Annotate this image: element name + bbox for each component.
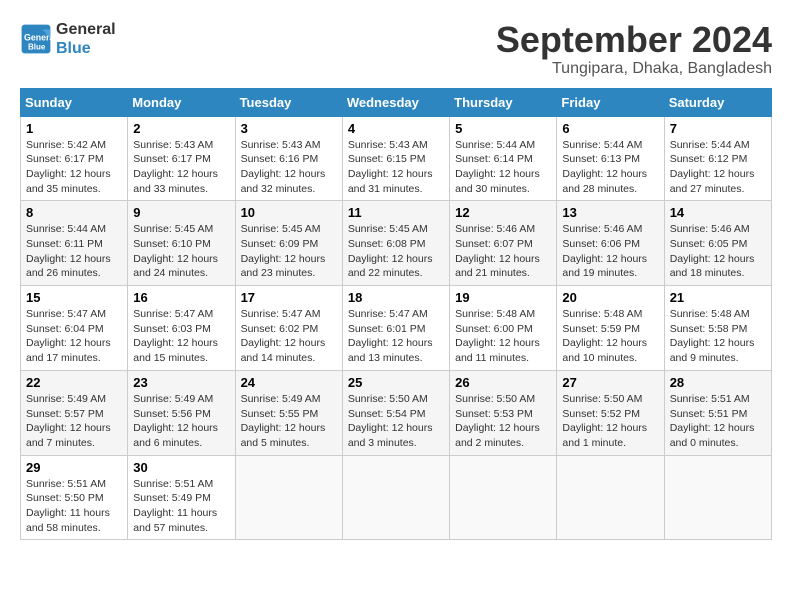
calendar-cell: 22Sunrise: 5:49 AM Sunset: 5:57 PM Dayli… [21, 370, 128, 455]
calendar-cell: 30Sunrise: 5:51 AM Sunset: 5:49 PM Dayli… [128, 455, 235, 540]
calendar-cell: 11Sunrise: 5:45 AM Sunset: 6:08 PM Dayli… [342, 201, 449, 286]
col-header-thursday: Thursday [450, 88, 557, 116]
calendar-cell [342, 455, 449, 540]
calendar-cell: 23Sunrise: 5:49 AM Sunset: 5:56 PM Dayli… [128, 370, 235, 455]
calendar-cell: 17Sunrise: 5:47 AM Sunset: 6:02 PM Dayli… [235, 286, 342, 371]
calendar-cell: 16Sunrise: 5:47 AM Sunset: 6:03 PM Dayli… [128, 286, 235, 371]
calendar-cell: 24Sunrise: 5:49 AM Sunset: 5:55 PM Dayli… [235, 370, 342, 455]
logo: General Blue General Blue [20, 20, 116, 58]
calendar-cell: 6Sunrise: 5:44 AM Sunset: 6:13 PM Daylig… [557, 116, 664, 201]
col-header-friday: Friday [557, 88, 664, 116]
calendar-cell: 13Sunrise: 5:46 AM Sunset: 6:06 PM Dayli… [557, 201, 664, 286]
calendar-cell: 15Sunrise: 5:47 AM Sunset: 6:04 PM Dayli… [21, 286, 128, 371]
calendar-cell: 25Sunrise: 5:50 AM Sunset: 5:54 PM Dayli… [342, 370, 449, 455]
calendar-cell [557, 455, 664, 540]
logo-text-line1: General [56, 20, 116, 39]
calendar-cell: 4Sunrise: 5:43 AM Sunset: 6:15 PM Daylig… [342, 116, 449, 201]
calendar-cell: 19Sunrise: 5:48 AM Sunset: 6:00 PM Dayli… [450, 286, 557, 371]
calendar-cell: 20Sunrise: 5:48 AM Sunset: 5:59 PM Dayli… [557, 286, 664, 371]
calendar-cell: 5Sunrise: 5:44 AM Sunset: 6:14 PM Daylig… [450, 116, 557, 201]
calendar-cell: 21Sunrise: 5:48 AM Sunset: 5:58 PM Dayli… [664, 286, 771, 371]
calendar-cell: 27Sunrise: 5:50 AM Sunset: 5:52 PM Dayli… [557, 370, 664, 455]
calendar-cell: 14Sunrise: 5:46 AM Sunset: 6:05 PM Dayli… [664, 201, 771, 286]
calendar-cell [664, 455, 771, 540]
calendar-cell: 8Sunrise: 5:44 AM Sunset: 6:11 PM Daylig… [21, 201, 128, 286]
svg-text:Blue: Blue [28, 43, 46, 52]
col-header-monday: Monday [128, 88, 235, 116]
header: General Blue General Blue September 2024… [20, 20, 772, 78]
calendar-cell: 2Sunrise: 5:43 AM Sunset: 6:17 PM Daylig… [128, 116, 235, 201]
logo-text-line2: Blue [56, 39, 116, 58]
calendar-cell: 3Sunrise: 5:43 AM Sunset: 6:16 PM Daylig… [235, 116, 342, 201]
calendar-cell [235, 455, 342, 540]
calendar-cell: 12Sunrise: 5:46 AM Sunset: 6:07 PM Dayli… [450, 201, 557, 286]
title-area: September 2024 Tungipara, Dhaka, Banglad… [496, 20, 772, 78]
calendar-table: SundayMondayTuesdayWednesdayThursdayFrid… [20, 88, 772, 541]
location: Tungipara, Dhaka, Bangladesh [496, 60, 772, 78]
calendar-cell: 28Sunrise: 5:51 AM Sunset: 5:51 PM Dayli… [664, 370, 771, 455]
calendar-cell: 10Sunrise: 5:45 AM Sunset: 6:09 PM Dayli… [235, 201, 342, 286]
col-header-tuesday: Tuesday [235, 88, 342, 116]
calendar-cell: 9Sunrise: 5:45 AM Sunset: 6:10 PM Daylig… [128, 201, 235, 286]
col-header-wednesday: Wednesday [342, 88, 449, 116]
calendar-cell: 26Sunrise: 5:50 AM Sunset: 5:53 PM Dayli… [450, 370, 557, 455]
col-header-saturday: Saturday [664, 88, 771, 116]
col-header-sunday: Sunday [21, 88, 128, 116]
logo-icon: General Blue [20, 23, 52, 55]
calendar-cell [450, 455, 557, 540]
calendar-cell: 29Sunrise: 5:51 AM Sunset: 5:50 PM Dayli… [21, 455, 128, 540]
calendar-cell: 18Sunrise: 5:47 AM Sunset: 6:01 PM Dayli… [342, 286, 449, 371]
calendar-cell: 7Sunrise: 5:44 AM Sunset: 6:12 PM Daylig… [664, 116, 771, 201]
month-title: September 2024 [496, 20, 772, 60]
calendar-cell: 1Sunrise: 5:42 AM Sunset: 6:17 PM Daylig… [21, 116, 128, 201]
